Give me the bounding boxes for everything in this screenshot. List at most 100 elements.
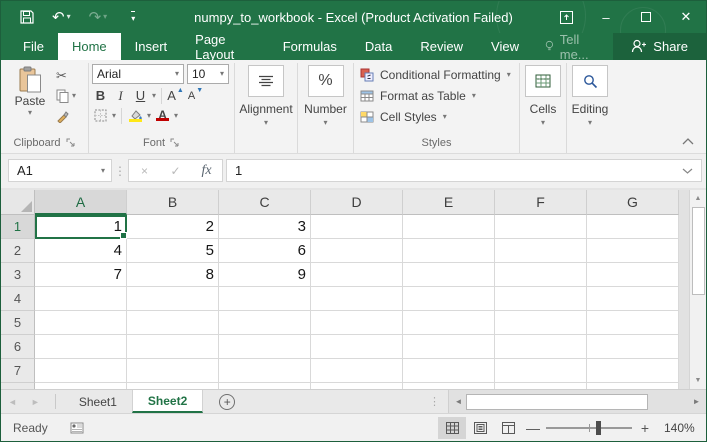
cell-E5[interactable]: [403, 311, 495, 335]
vertical-scrollbar-thumb[interactable]: [692, 207, 705, 295]
font-color-button[interactable]: A: [154, 107, 171, 124]
cell-B6[interactable]: [127, 335, 219, 359]
tab-file[interactable]: File: [9, 33, 58, 60]
cell-F7[interactable]: [495, 359, 587, 383]
tab-page-layout[interactable]: Page Layout: [181, 33, 269, 60]
clipboard-dialog-launcher-icon[interactable]: [66, 138, 76, 148]
cell-E8[interactable]: [403, 383, 495, 389]
zoom-level[interactable]: 140%: [656, 421, 706, 435]
cell-G7[interactable]: [587, 359, 679, 383]
cell-E7[interactable]: [403, 359, 495, 383]
tab-insert[interactable]: Insert: [121, 33, 182, 60]
font-name-combobox[interactable]: Arial▾: [92, 64, 184, 84]
scroll-left-icon[interactable]: ◄: [451, 397, 466, 406]
cell-D7[interactable]: [311, 359, 403, 383]
cell-G2[interactable]: [587, 239, 679, 263]
maximize-button[interactable]: [626, 1, 666, 33]
cell-C3[interactable]: 9: [219, 263, 311, 287]
cell-E3[interactable]: [403, 263, 495, 287]
cell-D3[interactable]: [311, 263, 403, 287]
cell-styles-button[interactable]: Cell Styles ▾: [357, 106, 516, 127]
ribbon-display-options-button[interactable]: [546, 1, 586, 33]
row-header-5[interactable]: 5: [1, 311, 35, 335]
zoom-slider[interactable]: [546, 427, 632, 429]
cell-G1[interactable]: [587, 215, 679, 239]
cell-C8[interactable]: [219, 383, 311, 389]
macro-record-button[interactable]: [70, 422, 84, 434]
column-header-F[interactable]: F: [495, 190, 587, 215]
group-number[interactable]: % Number ▾: [298, 63, 354, 153]
cell-B3[interactable]: 8: [127, 263, 219, 287]
column-header-E[interactable]: E: [403, 190, 495, 215]
column-header-D[interactable]: D: [311, 190, 403, 215]
copy-button[interactable]: ▾: [56, 88, 76, 104]
tab-home[interactable]: Home: [58, 33, 121, 60]
formula-input[interactable]: 1: [226, 159, 702, 182]
cell-E1[interactable]: [403, 215, 495, 239]
new-sheet-button[interactable]: +: [219, 394, 235, 410]
cell-F1[interactable]: [495, 215, 587, 239]
view-normal-button[interactable]: [438, 417, 466, 439]
cell-F6[interactable]: [495, 335, 587, 359]
row-header-7[interactable]: 7: [1, 359, 35, 383]
row-header-4[interactable]: 4: [1, 287, 35, 311]
cell-F4[interactable]: [495, 287, 587, 311]
column-header-C[interactable]: C: [219, 190, 311, 215]
cell-F2[interactable]: [495, 239, 587, 263]
cell-A1[interactable]: 1: [35, 215, 127, 239]
insert-function-icon[interactable]: fx: [191, 163, 222, 179]
cell-E4[interactable]: [403, 287, 495, 311]
cell-G6[interactable]: [587, 335, 679, 359]
expand-formula-bar-icon[interactable]: [682, 168, 693, 174]
group-alignment[interactable]: Alignment ▾: [235, 63, 298, 153]
vertical-scrollbar[interactable]: ▲ ▼: [689, 190, 706, 389]
view-page-layout-button[interactable]: [466, 417, 494, 439]
cell-A5[interactable]: [35, 311, 127, 335]
minimize-button[interactable]: –: [586, 1, 626, 33]
group-cells[interactable]: Cells ▾: [520, 63, 567, 153]
conditional-formatting-button[interactable]: Conditional Formatting ▾: [357, 64, 516, 85]
cell-D1[interactable]: [311, 215, 403, 239]
view-page-break-button[interactable]: [494, 417, 522, 439]
column-header-B[interactable]: B: [127, 190, 219, 215]
collapse-ribbon-icon[interactable]: [682, 138, 694, 145]
zoom-slider-thumb[interactable]: [596, 421, 601, 435]
decrease-font-button[interactable]: A▼: [187, 87, 204, 104]
cell-D6[interactable]: [311, 335, 403, 359]
underline-button[interactable]: U: [132, 87, 149, 104]
column-header-A[interactable]: A: [35, 190, 127, 215]
cell-F5[interactable]: [495, 311, 587, 335]
cell-F3[interactable]: [495, 263, 587, 287]
sheet-nav-right-icon[interactable]: ►: [24, 390, 47, 413]
cell-A2[interactable]: 4: [35, 239, 127, 263]
increase-font-button[interactable]: A▲: [167, 87, 184, 104]
cell-F8[interactable]: [495, 383, 587, 389]
cell-B8[interactable]: [127, 383, 219, 389]
bold-button[interactable]: B: [92, 87, 109, 104]
formula-bar-splitter[interactable]: ⋮: [112, 164, 128, 178]
row-header-1[interactable]: 1: [1, 215, 35, 239]
share-button[interactable]: Share: [613, 33, 706, 60]
horizontal-scrollbar-thumb[interactable]: [466, 394, 648, 410]
cell-D8[interactable]: [311, 383, 403, 389]
close-button[interactable]: ✕: [666, 1, 706, 33]
cell-G5[interactable]: [587, 311, 679, 335]
column-header-G[interactable]: G: [587, 190, 679, 215]
cell-C5[interactable]: [219, 311, 311, 335]
tab-formulas[interactable]: Formulas: [269, 33, 351, 60]
cell-G8[interactable]: [587, 383, 679, 389]
cell-B2[interactable]: 5: [127, 239, 219, 263]
cell-G4[interactable]: [587, 287, 679, 311]
group-editing[interactable]: Editing ▾: [564, 63, 616, 151]
row-header-3[interactable]: 3: [1, 263, 35, 287]
horizontal-scrollbar[interactable]: ◄ ►: [448, 390, 706, 413]
format-as-table-button[interactable]: Format as Table ▾: [357, 85, 516, 106]
cell-A7[interactable]: [35, 359, 127, 383]
enter-icon[interactable]: ✓: [160, 164, 191, 178]
cell-E6[interactable]: [403, 335, 495, 359]
name-box[interactable]: A1 ▾: [8, 159, 112, 182]
cell-A8[interactable]: [35, 383, 127, 389]
row-header-2[interactable]: 2: [1, 239, 35, 263]
borders-button[interactable]: [92, 107, 109, 124]
select-all-corner[interactable]: [1, 190, 35, 215]
